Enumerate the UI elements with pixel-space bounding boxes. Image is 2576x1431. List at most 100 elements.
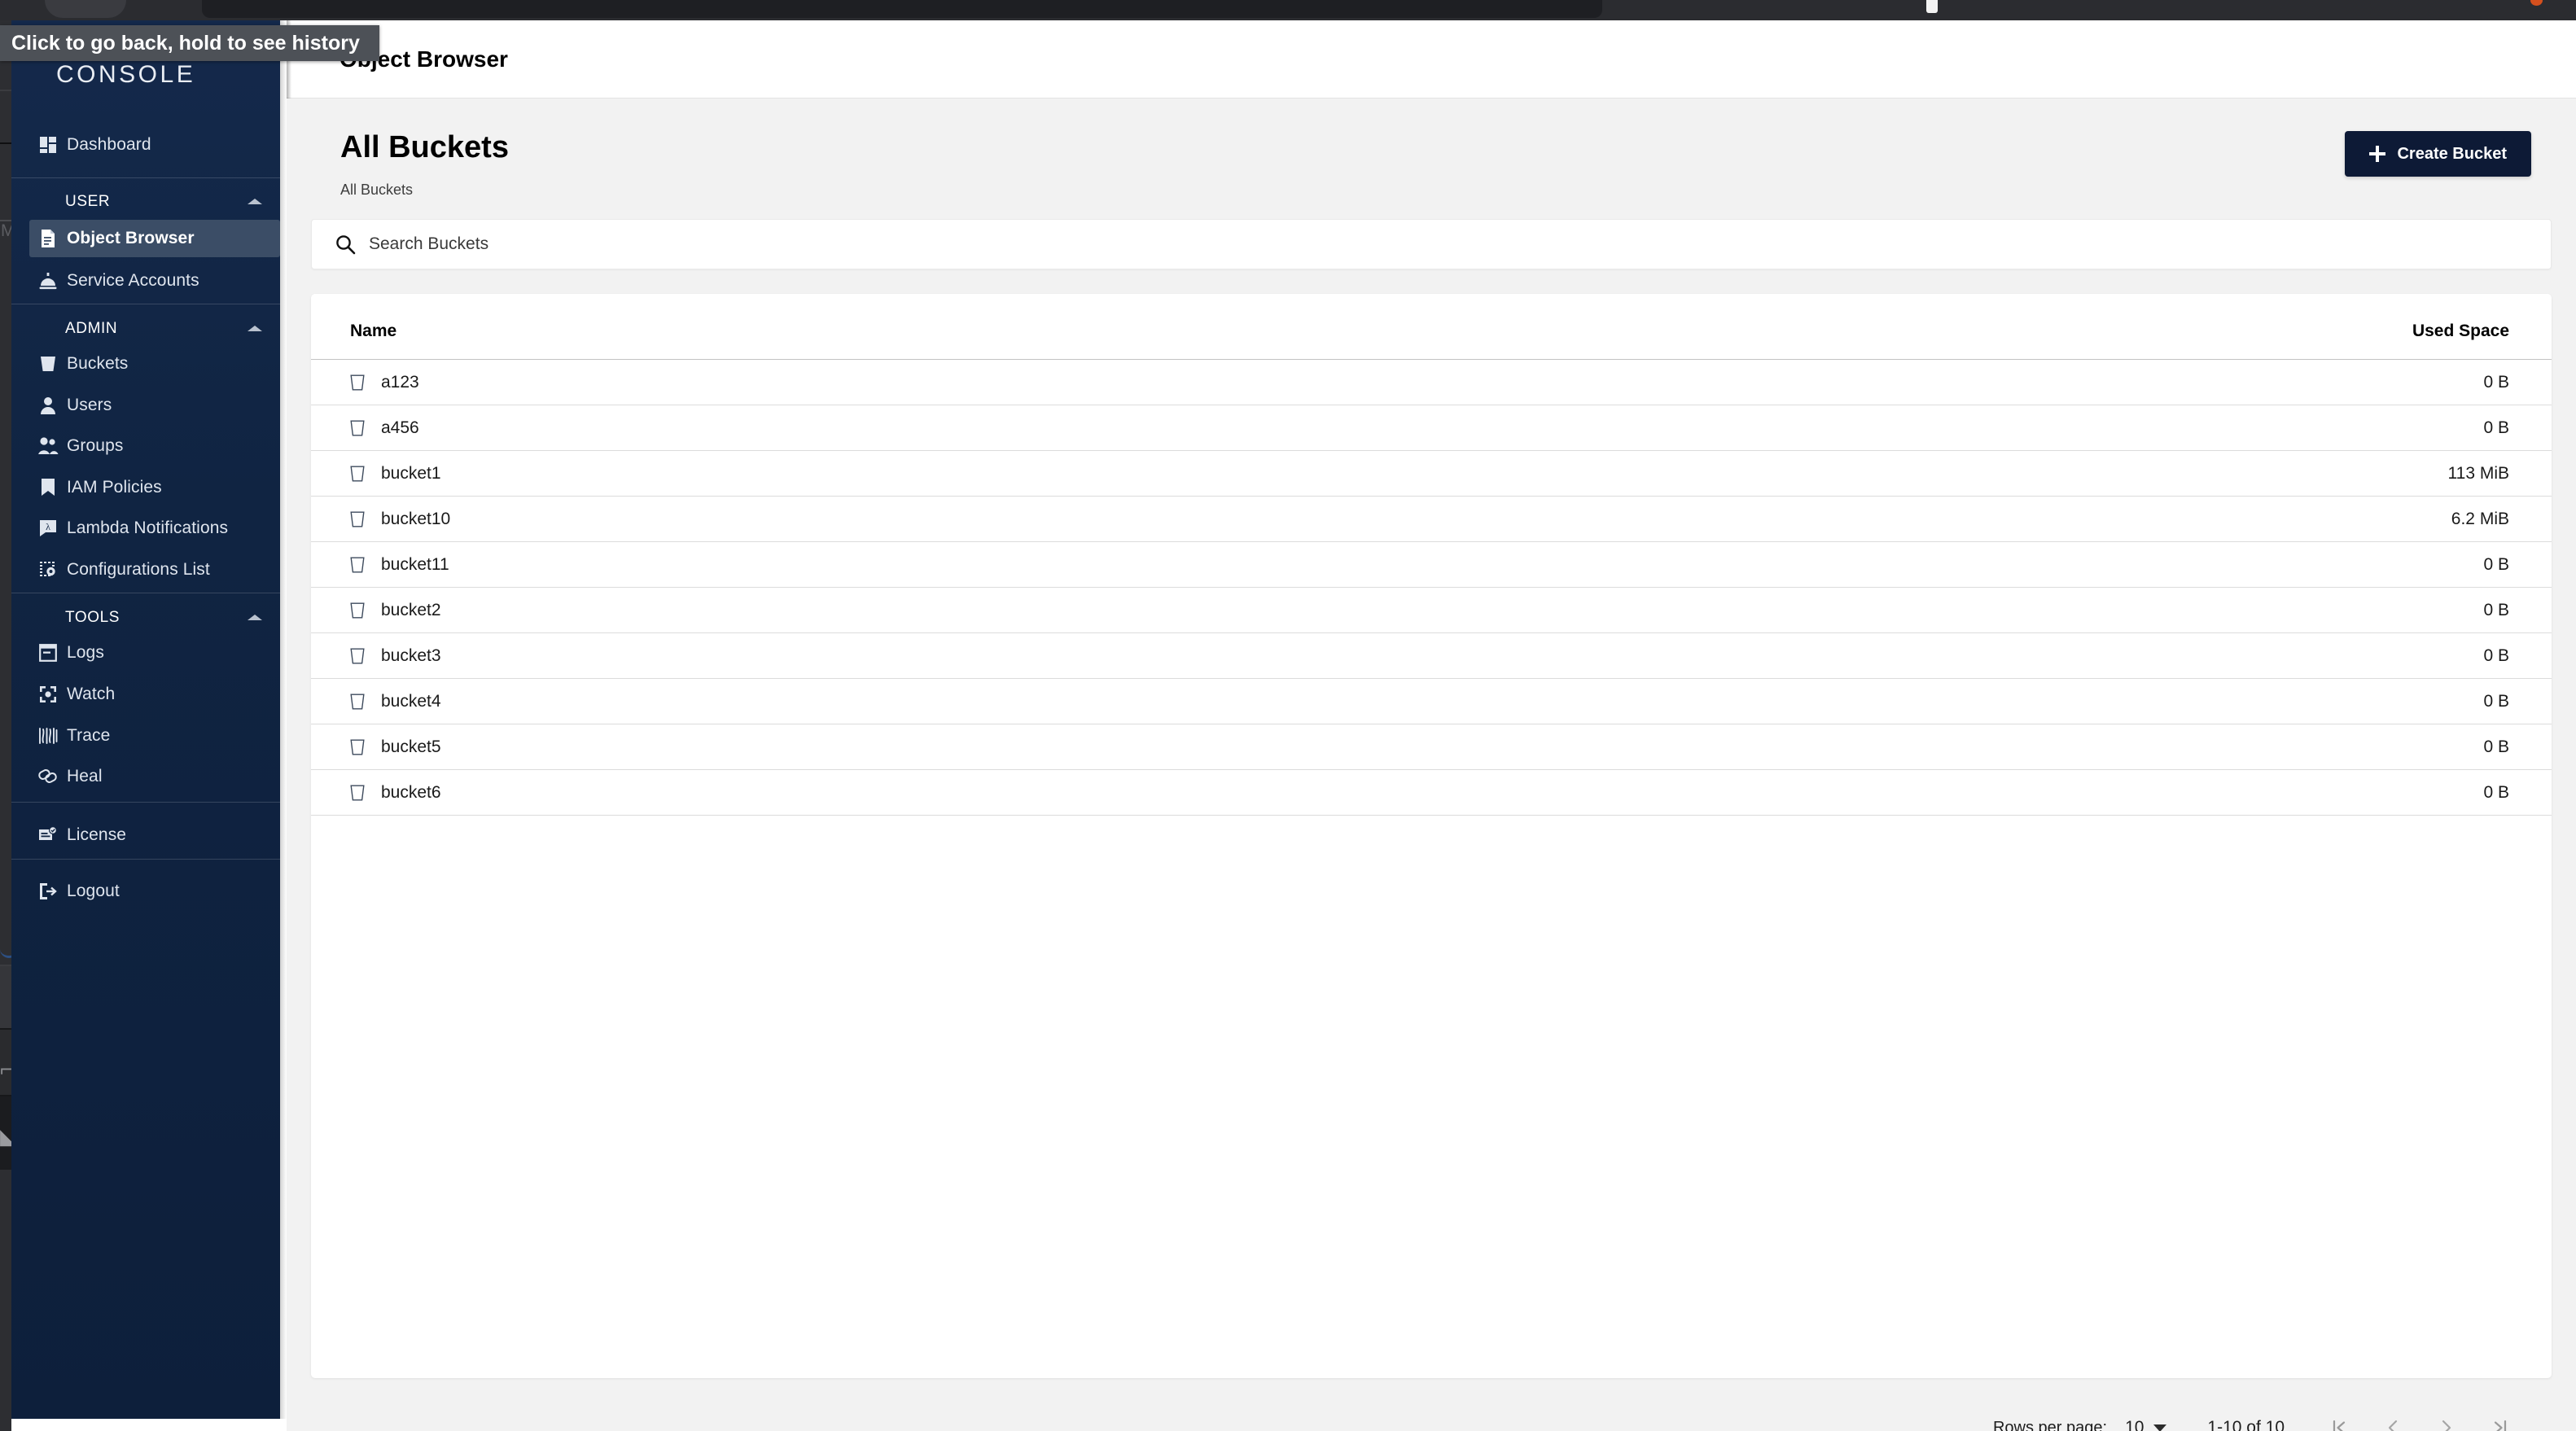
sidebar-item-lambda-notifications[interactable]: λ Lambda Notifications — [29, 510, 280, 547]
bucket-name-label: bucket10 — [381, 509, 451, 528]
search-icon — [335, 234, 356, 255]
cell-bucket-name: bucket3 — [311, 632, 1431, 679]
used-space-label: 0 B — [2483, 418, 2509, 437]
sidebar-item-users[interactable]: Users — [29, 387, 280, 424]
bucket-icon — [350, 420, 365, 436]
chevron-up-icon[interactable] — [248, 615, 262, 620]
column-header-name[interactable]: Name — [311, 294, 1431, 360]
cell-used-space: 0 B — [1431, 587, 2552, 633]
sidebar-divider — [11, 859, 280, 860]
sidebar-item-logs[interactable]: Logs — [29, 634, 280, 672]
table-row[interactable]: bucket1 113 MiB — [311, 450, 2552, 497]
dashboard-icon — [29, 135, 67, 155]
previous-page-button[interactable] — [2366, 1407, 2420, 1431]
create-bucket-label: Create Bucket — [2397, 144, 2507, 163]
table-row[interactable]: bucket10 6.2 MiB — [311, 496, 2552, 542]
cell-used-space: 113 MiB — [1431, 450, 2552, 497]
rows-per-page-select[interactable]: 10 — [2125, 1418, 2167, 1431]
strip-divider — [0, 1095, 11, 1096]
bucket-icon — [350, 602, 365, 619]
cell-bucket-name: bucket2 — [311, 587, 1431, 633]
search-input[interactable] — [369, 234, 2551, 254]
table-row[interactable]: a456 0 B — [311, 405, 2552, 451]
bucket-icon — [350, 694, 365, 710]
cell-bucket-name: bucket10 — [311, 496, 1431, 542]
bucket-name-label: bucket4 — [381, 691, 441, 711]
back-button-tooltip: Click to go back, hold to see history — [0, 25, 379, 61]
bucket-name-label: a456 — [381, 418, 419, 437]
strip-divider — [0, 1028, 11, 1030]
cell-used-space: 0 B — [1431, 405, 2552, 451]
first-page-icon — [2328, 1417, 2350, 1431]
cell-used-space: 0 B — [1431, 541, 2552, 588]
sidebar-item-service-accounts[interactable]: Service Accounts — [29, 262, 280, 300]
groups-icon — [29, 436, 67, 456]
sidebar-item-label: Trace — [67, 726, 111, 745]
chevron-up-icon[interactable] — [248, 326, 262, 331]
strip-divider — [0, 142, 11, 144]
sidebar-item-label: Object Browser — [67, 229, 195, 247]
heal-icon — [29, 768, 67, 786]
cell-bucket-name: bucket11 — [311, 541, 1431, 588]
previous-page-icon — [2382, 1417, 2403, 1431]
sidebar-item-watch[interactable]: Watch — [29, 676, 280, 713]
sidebar-item-trace[interactable]: Trace — [29, 717, 280, 755]
chevron-up-icon[interactable] — [248, 199, 262, 204]
bucket-icon — [350, 511, 365, 527]
chrome-tab-left[interactable] — [45, 0, 126, 18]
sidebar-item-label: Users — [67, 396, 112, 414]
sidebar-item-license[interactable]: License — [29, 816, 280, 854]
sidebar-item-dashboard[interactable]: Dashboard — [29, 126, 280, 164]
first-page-button[interactable] — [2312, 1407, 2366, 1431]
bucket-icon — [350, 557, 365, 573]
search-bar[interactable] — [311, 219, 2552, 269]
sidebar-logo-text: CONSOLE — [56, 61, 196, 88]
buckets-table-card: Name Used Space a123 0 B a456 0 B bucket1 113… — [311, 294, 2552, 1378]
table-row[interactable]: bucket3 0 B — [311, 632, 2552, 679]
sidebar-item-heal[interactable]: Heal — [29, 758, 280, 795]
table-row[interactable]: bucket6 0 B — [311, 769, 2552, 816]
app-canvas: M ⌐ ◣ CONSOLE Dashboard USER Object Brow… — [0, 0, 2576, 1431]
table-row[interactable]: bucket11 0 B — [311, 541, 2552, 588]
sidebar-item-label: Dashboard — [67, 135, 151, 154]
service-bell-icon — [29, 271, 67, 291]
logs-icon — [29, 644, 67, 662]
used-space-label: 0 B — [2483, 600, 2509, 619]
sidebar-item-label: IAM Policies — [67, 478, 162, 497]
column-header-used-space[interactable]: Used Space — [1431, 294, 2552, 360]
browser-chrome — [0, 0, 2576, 20]
bucket-name-label: bucket11 — [381, 554, 449, 574]
sidebar-item-label: Service Accounts — [67, 271, 199, 290]
cell-used-space: 0 B — [1431, 359, 2552, 405]
cell-used-space: 6.2 MiB — [1431, 496, 2552, 542]
sidebar-item-object-browser[interactable]: Object Browser — [29, 220, 280, 257]
table-row[interactable]: a123 0 B — [311, 359, 2552, 405]
sidebar-item-iam-policies[interactable]: IAM Policies — [29, 469, 280, 506]
page-header: All Buckets All Buckets — [340, 130, 509, 199]
lambda-icon: λ — [29, 519, 67, 538]
used-space-label: 0 B — [2483, 782, 2509, 802]
next-page-button[interactable] — [2420, 1407, 2473, 1431]
table-row[interactable]: bucket2 0 B — [311, 587, 2552, 633]
watch-icon — [29, 685, 67, 703]
sidebar-item-buckets[interactable]: Buckets — [29, 345, 280, 383]
chrome-active-tab[interactable] — [202, 0, 1602, 18]
strip-divider — [0, 965, 11, 966]
cell-bucket-name: a123 — [311, 359, 1431, 405]
sidebar-item-configurations-list[interactable]: Configurations List — [29, 551, 280, 589]
bucket-name-label: bucket2 — [381, 600, 441, 619]
table-row[interactable]: bucket4 0 B — [311, 678, 2552, 724]
sidebar-item-logout[interactable]: Logout — [29, 873, 280, 910]
document-icon — [29, 229, 67, 248]
used-space-label: 113 MiB — [2447, 463, 2509, 483]
create-bucket-button[interactable]: Create Bucket — [2345, 131, 2531, 177]
bucket-name-label: bucket3 — [381, 645, 441, 665]
chrome-notification-dot[interactable] — [2530, 0, 2543, 6]
sidebar-item-groups[interactable]: Groups — [29, 427, 280, 465]
bucket-icon — [350, 648, 365, 664]
table-row[interactable]: bucket5 0 B — [311, 724, 2552, 770]
chrome-toolbar-chip[interactable] — [1926, 0, 1938, 13]
cell-used-space: 0 B — [1431, 678, 2552, 724]
last-page-button[interactable] — [2473, 1407, 2527, 1431]
logout-icon — [29, 882, 67, 900]
